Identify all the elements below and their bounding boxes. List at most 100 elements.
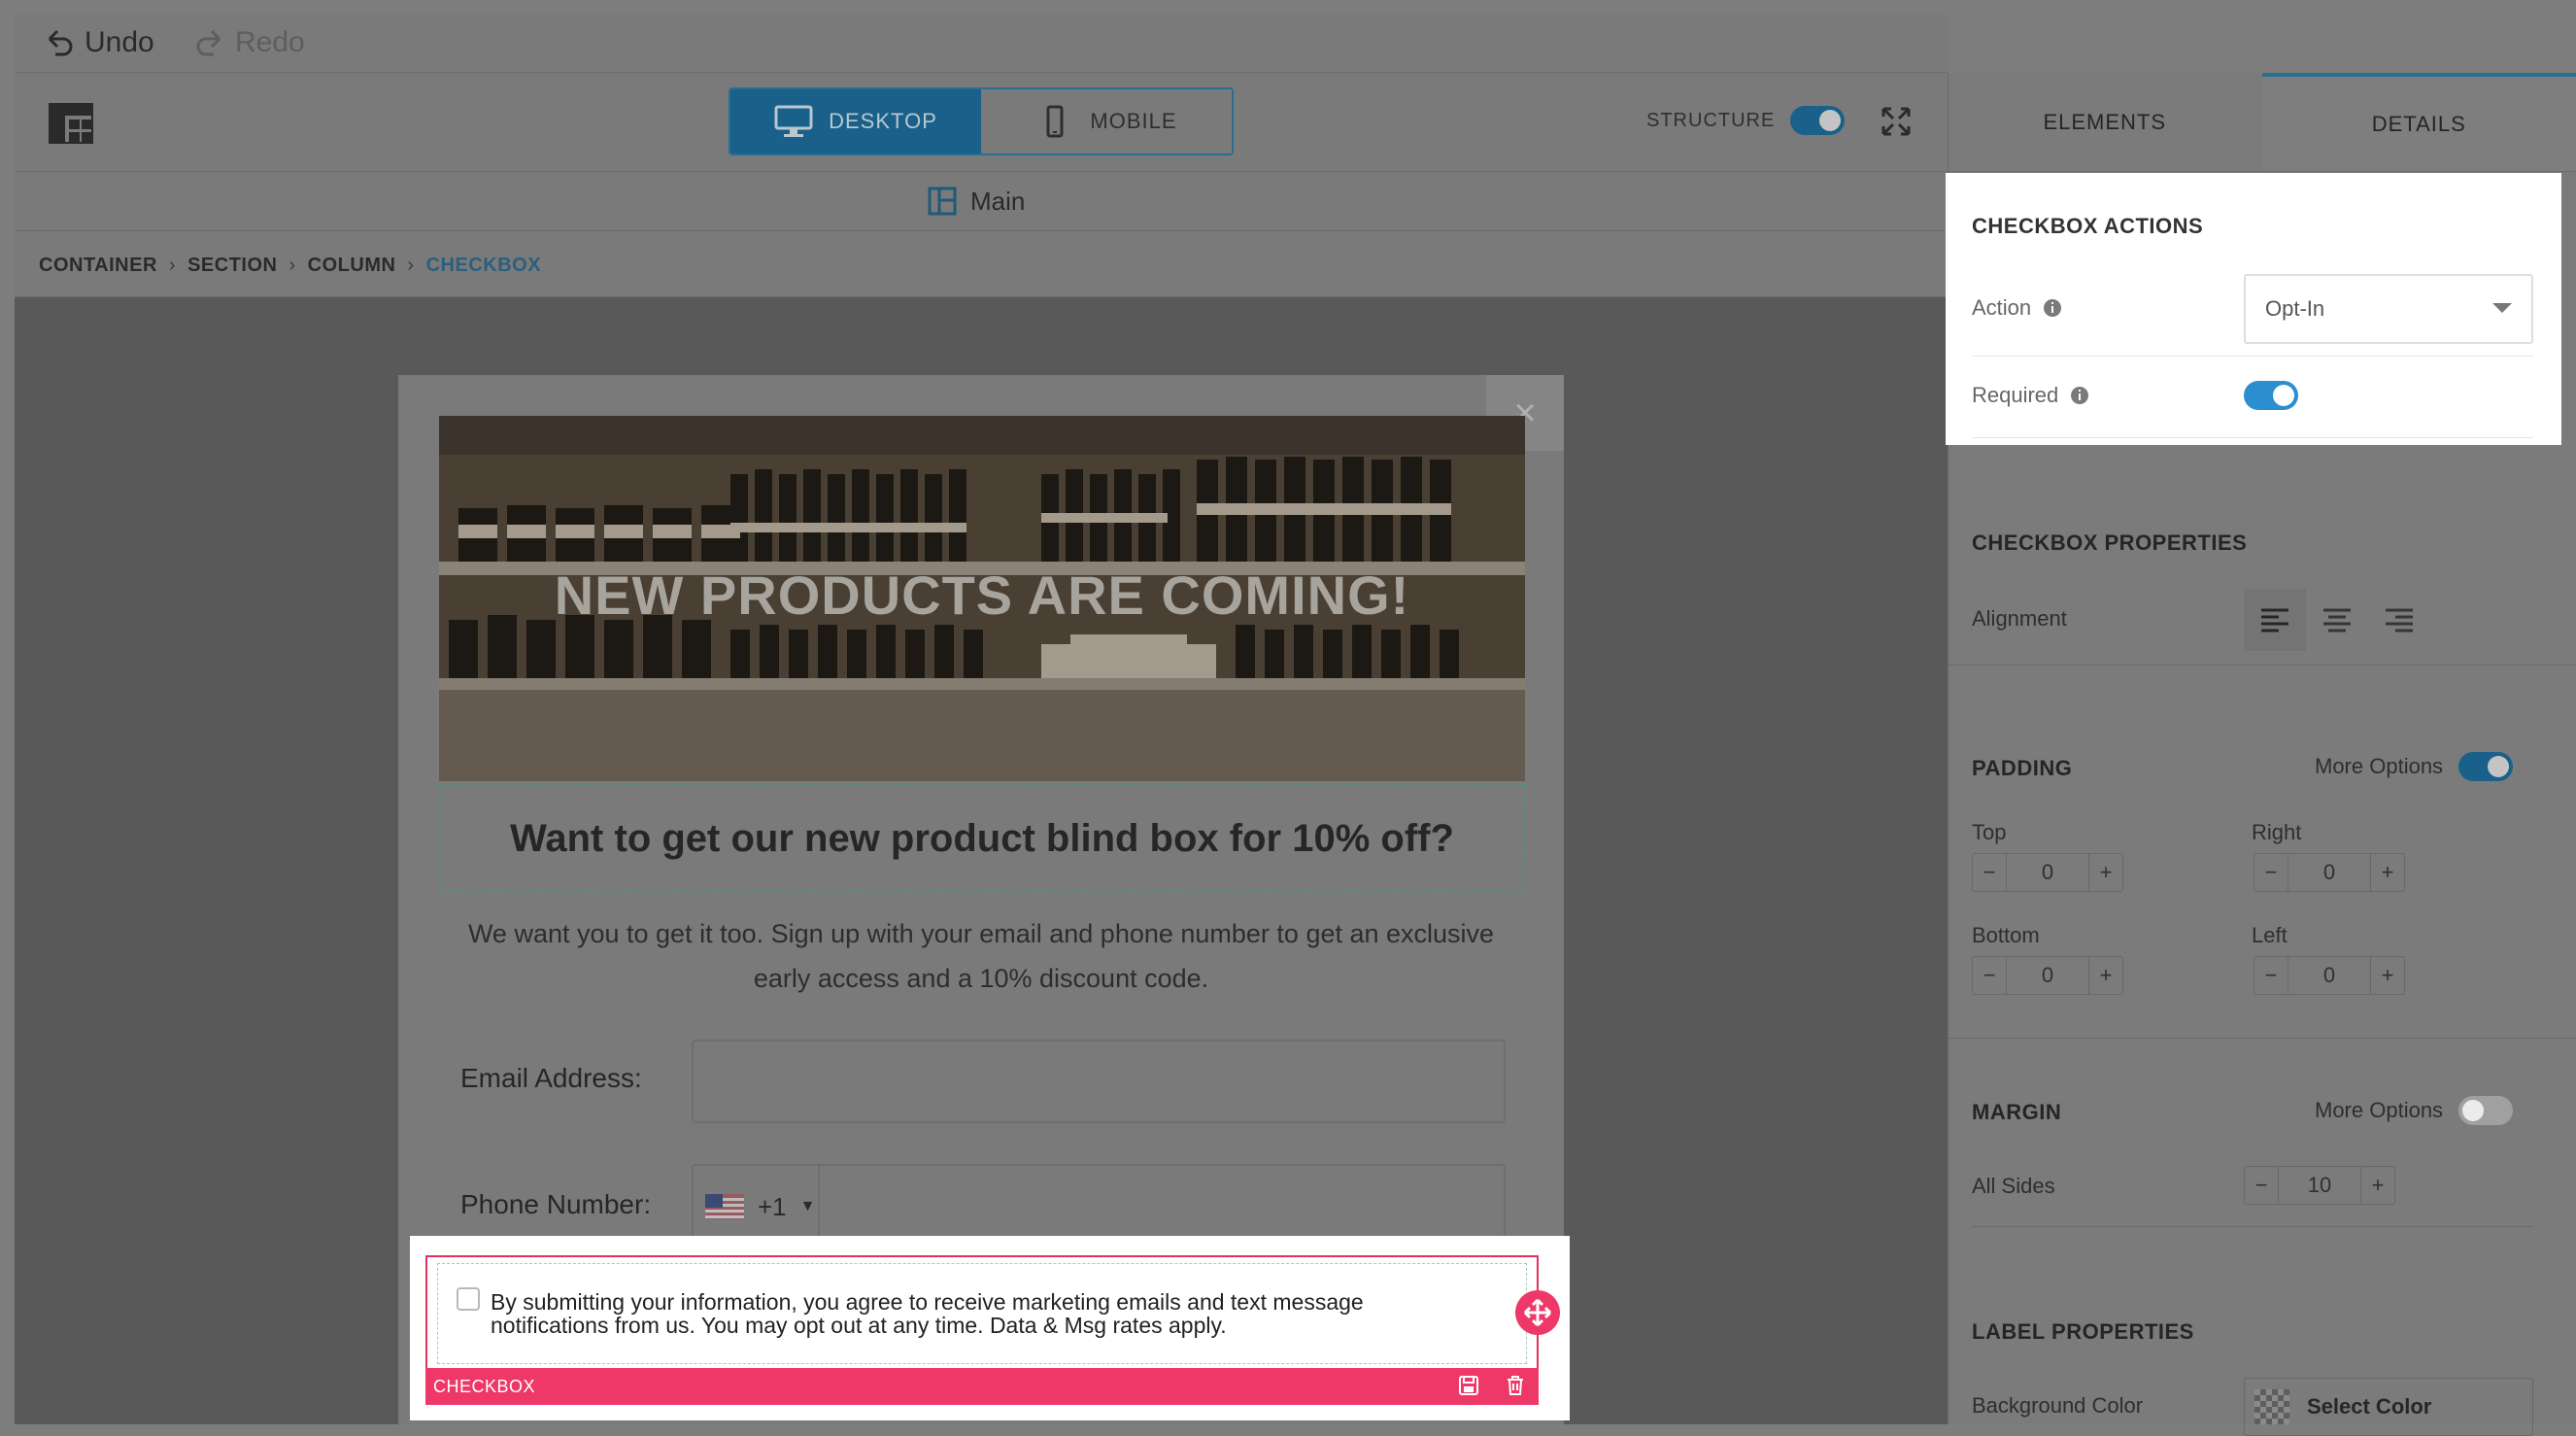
selected-element-bar: CHECKBOX (425, 1368, 1539, 1405)
tab-details[interactable]: DETAILS (2262, 73, 2576, 171)
alignment-label: Alignment (1972, 606, 2067, 632)
margin-all-sides-label: All Sides (1972, 1174, 2055, 1199)
panel-tabs: ELEMENTS DETAILS (1948, 73, 2576, 172)
chevron-down-icon: ▼ (800, 1198, 816, 1215)
breadcrumb-checkbox[interactable]: CHECKBOX (426, 255, 541, 277)
panel-divider (1948, 1038, 2576, 1039)
layout-grid-icon[interactable] (49, 103, 93, 144)
device-view-toggle: DESKTOP MOBILE (729, 87, 1234, 155)
redo-label: Redo (235, 26, 305, 59)
fullscreen-icon[interactable] (1881, 107, 1911, 136)
padding-more-options: More Options (2315, 752, 2513, 781)
padding-more-options-label: More Options (2315, 754, 2443, 779)
select-color-label: Select Color (2307, 1394, 2431, 1419)
align-left-icon (2259, 606, 2290, 633)
mobile-phone-icon (1035, 105, 1074, 138)
mobile-view-button[interactable]: MOBILE (981, 89, 1232, 154)
align-center-button[interactable] (2306, 589, 2368, 651)
redo-icon (194, 27, 225, 58)
panel-divider (1972, 1226, 2533, 1227)
action-label: Action (1972, 295, 2031, 321)
hero-image[interactable]: NEW PRODUCTS ARE COMING! (439, 416, 1525, 781)
undo-icon (44, 27, 75, 58)
padding-title: PADDING (1972, 756, 2072, 781)
margin-more-options-toggle[interactable] (2458, 1096, 2513, 1125)
action-label-group: Action (1972, 295, 2062, 321)
margin-title: MARGIN (1972, 1100, 2061, 1125)
popup-subtext[interactable]: We want you to get it too. Sign up with … (457, 911, 1506, 1001)
align-center-icon (2322, 606, 2353, 633)
decrement-button[interactable]: − (1973, 957, 2006, 994)
decrement-button[interactable]: − (2254, 957, 2288, 994)
required-label-group: Required (1972, 383, 2089, 408)
increment-button[interactable]: + (2089, 957, 2122, 994)
email-label: Email Address: (460, 1063, 642, 1094)
save-icon[interactable] (1457, 1374, 1480, 1397)
breadcrumb-chevron-icon: › (169, 255, 176, 277)
undo-button[interactable]: Undo (44, 21, 154, 64)
padding-bottom-stepper: − 0 + (1972, 956, 2123, 995)
redo-button[interactable]: Redo (194, 21, 305, 64)
main-page-label: Main (970, 187, 1025, 217)
background-color-label: Background Color (1972, 1393, 2143, 1419)
padding-right-value[interactable]: 0 (2288, 854, 2371, 891)
margin-all-sides-value[interactable]: 10 (2278, 1167, 2361, 1204)
card-divider (1972, 437, 2533, 438)
padding-bottom-label: Bottom (1972, 923, 2040, 948)
required-toggle[interactable] (2244, 381, 2298, 410)
increment-button[interactable]: + (2371, 854, 2404, 891)
hero-heading: NEW PRODUCTS ARE COMING! (439, 564, 1525, 627)
padding-right-label: Right (2252, 820, 2301, 845)
padding-top-value[interactable]: 0 (2006, 854, 2089, 891)
structure-label: STRUCTURE (1646, 110, 1775, 132)
increment-button[interactable]: + (2371, 957, 2404, 994)
breadcrumb-chevron-icon: › (288, 255, 295, 277)
desktop-monitor-icon (774, 105, 813, 138)
action-select[interactable]: Opt-In (2244, 274, 2533, 344)
breadcrumb-chevron-icon: › (407, 255, 414, 277)
margin-all-sides-stepper: − 10 + (2244, 1166, 2395, 1205)
select-color-button[interactable]: Select Color (2244, 1378, 2533, 1436)
align-left-button[interactable] (2244, 589, 2306, 651)
decrement-button[interactable]: − (2245, 1167, 2278, 1204)
tab-elements[interactable]: ELEMENTS (1948, 73, 2262, 171)
trash-icon[interactable] (1504, 1374, 1527, 1397)
increment-button[interactable]: + (2089, 854, 2122, 891)
move-arrows-icon (1522, 1297, 1553, 1328)
us-flag-icon (705, 1194, 744, 1219)
phone-label: Phone Number: (460, 1189, 651, 1220)
breadcrumb-section[interactable]: SECTION (187, 255, 277, 277)
padding-left-stepper: − 0 + (2254, 956, 2405, 995)
structure-toggle-group: STRUCTURE (1646, 103, 1845, 138)
panel-divider (1948, 665, 2576, 666)
padding-left-value[interactable]: 0 (2288, 957, 2371, 994)
main-page-selector[interactable]: Main (928, 183, 1025, 220)
breadcrumb-container[interactable]: CONTAINER (39, 255, 157, 277)
undo-label: Undo (85, 26, 154, 59)
mobile-label: MOBILE (1090, 109, 1176, 134)
increment-button[interactable]: + (2361, 1167, 2394, 1204)
alignment-buttons (2244, 589, 2430, 651)
breadcrumb: CONTAINER › SECTION › COLUMN › CHECKBOX (39, 249, 541, 282)
info-icon[interactable] (2070, 386, 2089, 405)
breadcrumb-column[interactable]: COLUMN (308, 255, 396, 277)
margin-more-options: More Options (2315, 1096, 2513, 1125)
move-handle[interactable] (1515, 1290, 1560, 1335)
padding-more-options-toggle[interactable] (2458, 752, 2513, 781)
align-right-button[interactable] (2368, 589, 2430, 651)
page-layout-icon (928, 187, 957, 216)
structure-toggle[interactable] (1790, 106, 1845, 135)
checkbox-consent-text: By submitting your information, you agre… (491, 1290, 1472, 1337)
decrement-button[interactable]: − (2254, 854, 2288, 891)
email-field[interactable] (692, 1040, 1506, 1123)
required-label: Required (1972, 383, 2058, 408)
decrement-button[interactable]: − (1973, 854, 2006, 891)
desktop-view-button[interactable]: DESKTOP (730, 89, 981, 154)
padding-right-stepper: − 0 + (2254, 853, 2405, 892)
padding-bottom-value[interactable]: 0 (2006, 957, 2089, 994)
popup-headline[interactable]: Want to get our new product blind box fo… (439, 785, 1525, 892)
opt-in-checkbox[interactable] (457, 1287, 480, 1311)
info-icon[interactable] (2043, 298, 2062, 318)
action-select-value: Opt-In (2265, 296, 2324, 322)
padding-top-label: Top (1972, 820, 2006, 845)
